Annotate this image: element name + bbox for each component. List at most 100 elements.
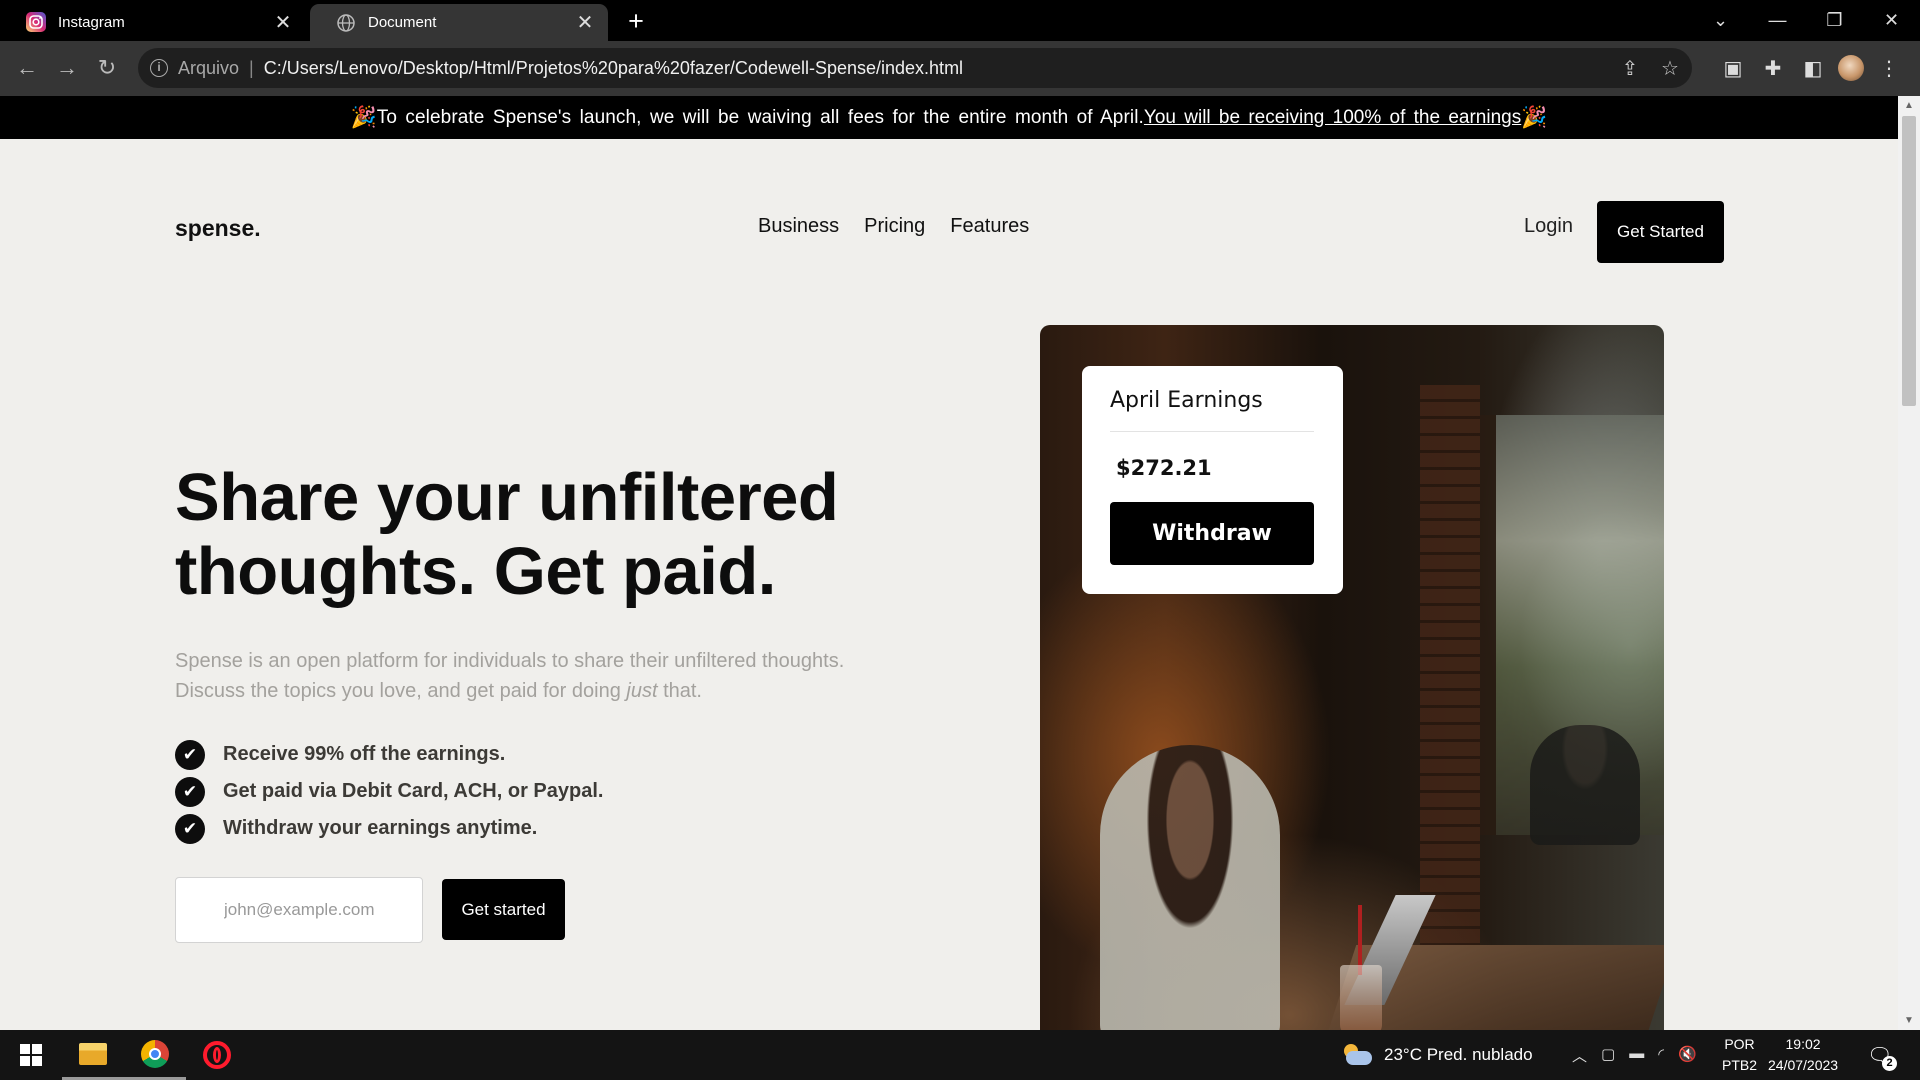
photo-background-person xyxy=(1530,725,1640,845)
share-icon[interactable]: ⇪ xyxy=(1618,56,1642,81)
earnings-card: April Earnings $272.21 Withdraw xyxy=(1082,366,1343,594)
page-scrollbar[interactable]: ▲ ▼ xyxy=(1898,96,1920,1030)
language-code: POR xyxy=(1724,1036,1755,1052)
taskbar-chrome[interactable] xyxy=(124,1030,186,1080)
tab-document[interactable]: Document ✕ xyxy=(310,4,608,41)
tab-title: Document xyxy=(368,14,437,31)
windows-taskbar: 23°C Pred. nublado ︿ ▢ ▬ ◜ 🔇 POR PTB2 19… xyxy=(0,1030,1920,1080)
address-url[interactable]: C:/Users/Lenovo/Desktop/Html/Projetos%20… xyxy=(264,58,963,79)
tab-search-icon[interactable]: ⌄ xyxy=(1692,0,1749,40)
withdraw-button[interactable]: Withdraw xyxy=(1110,502,1314,565)
feature-text: Withdraw your earnings anytime. xyxy=(223,817,538,839)
checkmark-icon: ✔ xyxy=(175,739,205,770)
hero-title-line: Share your unfiltered xyxy=(175,460,839,535)
email-field[interactable] xyxy=(175,877,423,943)
banner-text: To celebrate Spense's launch, we will be… xyxy=(376,106,1144,128)
notification-count: 2 xyxy=(1882,1056,1897,1071)
nav-link-business[interactable]: Business xyxy=(758,215,839,238)
side-panel-icon[interactable]: ◧ xyxy=(1798,51,1828,85)
site-info-icon[interactable]: i xyxy=(150,59,168,77)
volume-muted-icon[interactable]: 🔇 xyxy=(1678,1045,1697,1066)
close-tab-icon[interactable]: ✕ xyxy=(572,10,598,35)
partly-cloudy-icon xyxy=(1342,1044,1372,1066)
login-link[interactable]: Login xyxy=(1524,215,1573,238)
checkmark-icon: ✔ xyxy=(175,813,205,844)
hero-desc-emphasis: just xyxy=(626,680,658,702)
omnibox-actions: ⇪ ☆ xyxy=(1618,56,1682,81)
nav-link-features[interactable]: Features xyxy=(950,215,1029,238)
browser-toolbar: ← → ↻ i Arquivo | C:/Users/Lenovo/Deskto… xyxy=(0,41,1920,96)
reload-icon[interactable]: ↻ xyxy=(89,50,125,86)
hero-desc-text: Spense is an open platform for individua… xyxy=(175,650,845,672)
photo-woman-working xyxy=(1100,745,1280,1030)
taskbar-clock[interactable]: 19:02 24/07/2023 xyxy=(1768,1030,1838,1080)
scroll-up-arrow-icon[interactable]: ▲ xyxy=(1898,100,1920,111)
checkmark-icon: ✔ xyxy=(175,776,205,807)
photo-cup xyxy=(1340,965,1382,1030)
extension-area: ▣ ✚ ◧ ⋮ xyxy=(1718,51,1904,85)
windows-logo-icon xyxy=(20,1044,42,1066)
taskbar-opera[interactable] xyxy=(186,1030,248,1080)
announcement-banner: 🎉 To celebrate Spense's launch, we will … xyxy=(0,96,1898,139)
list-item: ✔ Get paid via Debit Card, ACH, or Paypal… xyxy=(175,773,603,810)
hero-description: Spense is an open platform for individua… xyxy=(175,646,935,706)
clock-time: 19:02 xyxy=(1785,1036,1821,1052)
weather-text: 23°C Pred. nublado xyxy=(1384,1045,1533,1064)
language-indicator[interactable]: POR PTB2 xyxy=(1722,1030,1757,1080)
notification-center[interactable]: 🗨 2 xyxy=(1867,1030,1897,1080)
minimize-button[interactable]: — xyxy=(1749,0,1806,40)
forward-arrow-icon[interactable]: → xyxy=(49,50,85,86)
close-tab-icon[interactable]: ✕ xyxy=(270,10,296,35)
close-window-button[interactable]: ✕ xyxy=(1863,0,1920,40)
site-logo[interactable]: spense. xyxy=(175,215,261,242)
profile-avatar[interactable] xyxy=(1838,55,1864,81)
address-separator: | xyxy=(249,57,254,78)
opera-icon xyxy=(203,1041,231,1069)
taskbar-file-explorer[interactable] xyxy=(62,1030,124,1080)
picture-in-picture-icon[interactable]: ▣ xyxy=(1718,51,1748,85)
new-tab-button[interactable]: + xyxy=(620,6,652,36)
nav-link-pricing[interactable]: Pricing xyxy=(864,215,925,238)
tab-title: Instagram xyxy=(58,13,125,31)
hero-title: Share your unfiltered thoughts. Get paid… xyxy=(175,460,839,609)
feature-checklist: ✔ Receive 99% off the earnings. ✔ Get paid… xyxy=(175,736,603,847)
system-tray-icons: ︿ ▢ ▬ ◜ 🔇 xyxy=(1572,1030,1697,1080)
extensions-puzzle-icon[interactable]: ✚ xyxy=(1758,51,1788,85)
meet-now-icon[interactable]: ▢ xyxy=(1601,1045,1615,1066)
scrollbar-thumb[interactable] xyxy=(1902,116,1916,406)
window-controls: ⌄ — ❐ ✕ xyxy=(1692,0,1920,40)
start-button[interactable] xyxy=(0,1030,62,1080)
get-started-header-button[interactable]: Get Started xyxy=(1597,201,1724,263)
chevron-up-icon[interactable]: ︿ xyxy=(1572,1045,1587,1066)
instagram-icon xyxy=(26,12,46,32)
main-nav: Business Pricing Features xyxy=(758,215,1029,238)
party-popper-icon: 🎉 xyxy=(350,105,377,129)
tab-instagram[interactable]: Instagram ✕ xyxy=(0,3,306,41)
browser-tab-strip: Instagram ✕ Document ✕ + ⌄ — ❐ ✕ xyxy=(0,0,1920,41)
restore-button[interactable]: ❐ xyxy=(1806,0,1863,40)
card-divider xyxy=(1110,431,1314,432)
scroll-down-arrow-icon[interactable]: ▼ xyxy=(1898,1015,1920,1026)
folder-icon xyxy=(79,1042,107,1065)
party-popper-icon: 🎉 xyxy=(1521,105,1548,129)
feature-text: Get paid via Debit Card, ACH, or Paypal. xyxy=(223,780,604,802)
hero-desc-text: that. xyxy=(657,680,702,702)
weather-widget[interactable]: 23°C Pred. nublado xyxy=(1342,1030,1533,1080)
photo-brick-wall xyxy=(1420,385,1480,945)
address-bar[interactable]: i Arquivo | C:/Users/Lenovo/Desktop/Html… xyxy=(138,48,1692,88)
bookmark-star-icon[interactable]: ☆ xyxy=(1658,56,1682,81)
browser-menu-icon[interactable]: ⋮ xyxy=(1874,51,1904,85)
notification-icon: 🗨 2 xyxy=(1867,1043,1897,1071)
globe-icon xyxy=(336,13,356,33)
page-viewport: 🎉 To celebrate Spense's launch, we will … xyxy=(0,96,1898,1030)
clock-date: 24/07/2023 xyxy=(1768,1057,1839,1073)
get-started-hero-button[interactable]: Get started xyxy=(442,879,565,940)
earnings-amount: $272.21 xyxy=(1116,456,1212,480)
battery-icon[interactable]: ▬ xyxy=(1629,1045,1644,1066)
list-item: ✔ Withdraw your earnings anytime. xyxy=(175,810,603,847)
wifi-icon[interactable]: ◜ xyxy=(1658,1045,1664,1066)
chrome-icon xyxy=(141,1039,169,1068)
back-arrow-icon[interactable]: ← xyxy=(9,50,45,86)
list-item: ✔ Receive 99% off the earnings. xyxy=(175,736,603,773)
banner-link[interactable]: You will be receiving 100% of the earnin… xyxy=(1144,107,1521,129)
